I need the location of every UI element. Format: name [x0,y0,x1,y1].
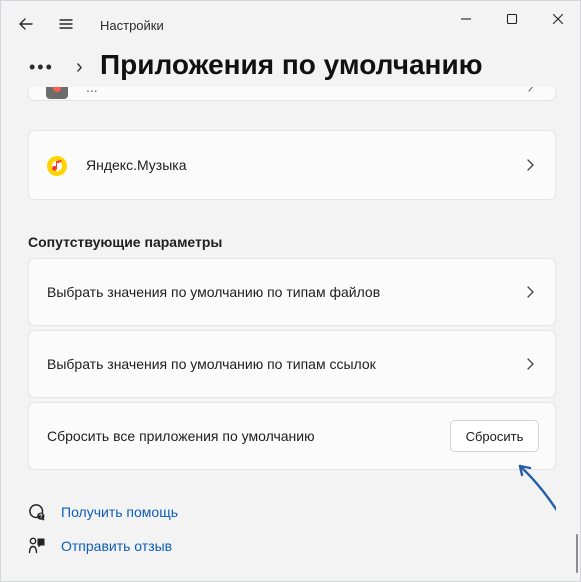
chevron-right-icon [527,159,534,171]
close-button[interactable] [548,9,568,29]
default-by-link-type-label: Выбрать значения по умолчанию по типам с… [47,356,376,372]
close-icon [552,13,564,25]
maximize-button[interactable] [502,9,522,29]
help-icon [29,504,45,521]
back-arrow-icon [19,18,33,30]
title-bar: Настройки [1,1,580,51]
feedback-link[interactable]: Отправить отзыв [28,535,248,559]
reset-defaults-row: Сбросить все приложения по умолчанию Сбр… [28,402,556,470]
help-link-label: Получить помощь [61,504,179,520]
minimize-button[interactable] [456,9,476,29]
chevron-right-icon [527,286,534,298]
feedback-link-label: Отправить отзыв [61,538,173,554]
breadcrumb: ••• › Приложения по умолчанию [29,49,549,85]
related-settings-title: Сопутствующие параметры [28,234,223,250]
yandex-music-row[interactable]: Яндекс.Музыка [28,130,556,200]
breadcrumb-more-button[interactable]: ••• [29,57,54,78]
navigation-menu-button[interactable] [55,13,77,35]
yandex-music-label: Яндекс.Музыка [86,157,187,173]
page-title: Приложения по умолчанию [100,49,483,80]
reset-button[interactable]: Сбросить [450,420,539,452]
default-by-file-type-row[interactable]: Выбрать значения по умолчанию по типам ф… [28,258,556,326]
hamburger-menu-icon [59,19,73,29]
help-link[interactable]: Получить помощь [28,501,248,525]
maximize-icon [506,13,518,25]
breadcrumb-separator: › [76,56,83,78]
minimize-icon [461,18,471,20]
partial-app-icon [46,87,68,99]
default-by-link-type-row[interactable]: Выбрать значения по умолчанию по типам с… [28,330,556,398]
partial-app-label: ... [86,87,98,95]
back-button[interactable] [15,13,37,35]
default-by-file-type-label: Выбрать значения по умолчанию по типам ф… [47,284,381,300]
annotation-arrow [518,464,556,512]
partially-visible-app-row[interactable]: ... [28,87,556,101]
yandex-music-icon [47,156,67,176]
feedback-icon [28,537,45,554]
window-title: Настройки [100,18,164,33]
vertical-scrollbar[interactable] [576,534,578,573]
chevron-right-icon [527,358,534,370]
chevron-right-icon [525,87,537,92]
settings-content: ... Яндекс.Музыка Сопутствующие параметр… [28,87,556,581]
settings-window: Настройки ••• › Приложения по умолчанию … [0,0,581,582]
reset-defaults-label: Сбросить все приложения по умолчанию [47,428,315,444]
